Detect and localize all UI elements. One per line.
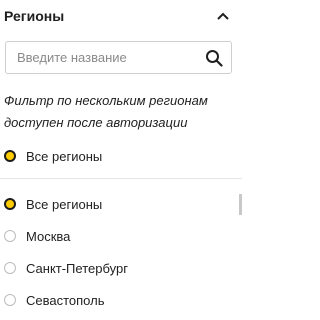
scrollbar-thumb[interactable]	[239, 194, 242, 215]
region-option-label: Все регионы	[26, 196, 103, 212]
region-option-label: Севастополь	[26, 292, 105, 308]
search-icon[interactable]	[205, 49, 223, 67]
auth-notice-line-1: Фильтр по нескольким регионам	[4, 93, 208, 108]
regions-title: Регионы	[4, 8, 65, 24]
region-option-spb[interactable]: Санкт-Петербург	[4, 258, 128, 278]
auth-notice: Фильтр по нескольким регионам доступен п…	[4, 90, 240, 134]
auth-notice-line-2: доступен после авторизации	[4, 115, 188, 130]
radio-unchecked-icon[interactable]	[4, 262, 16, 274]
radio-checked-icon[interactable]	[4, 150, 16, 162]
divider	[0, 178, 242, 179]
radio-unchecked-icon[interactable]	[4, 294, 16, 306]
region-search-box	[5, 41, 232, 74]
selected-region-label: Все регионы	[26, 148, 103, 164]
region-option-moscow[interactable]: Москва	[4, 226, 70, 246]
selected-region-all[interactable]: Все регионы	[4, 146, 102, 166]
chevron-up-icon[interactable]	[215, 8, 231, 24]
radio-unchecked-icon[interactable]	[4, 230, 16, 242]
region-option-label: Москва	[26, 228, 71, 244]
region-option-all[interactable]: Все регионы	[4, 194, 102, 214]
region-option-label: Санкт-Петербург	[26, 260, 128, 276]
region-search-input[interactable]	[6, 42, 197, 73]
radio-checked-icon[interactable]	[4, 198, 16, 210]
regions-header: Регионы	[0, 0, 242, 32]
region-option-sevastopol[interactable]: Севастополь	[4, 290, 105, 310]
